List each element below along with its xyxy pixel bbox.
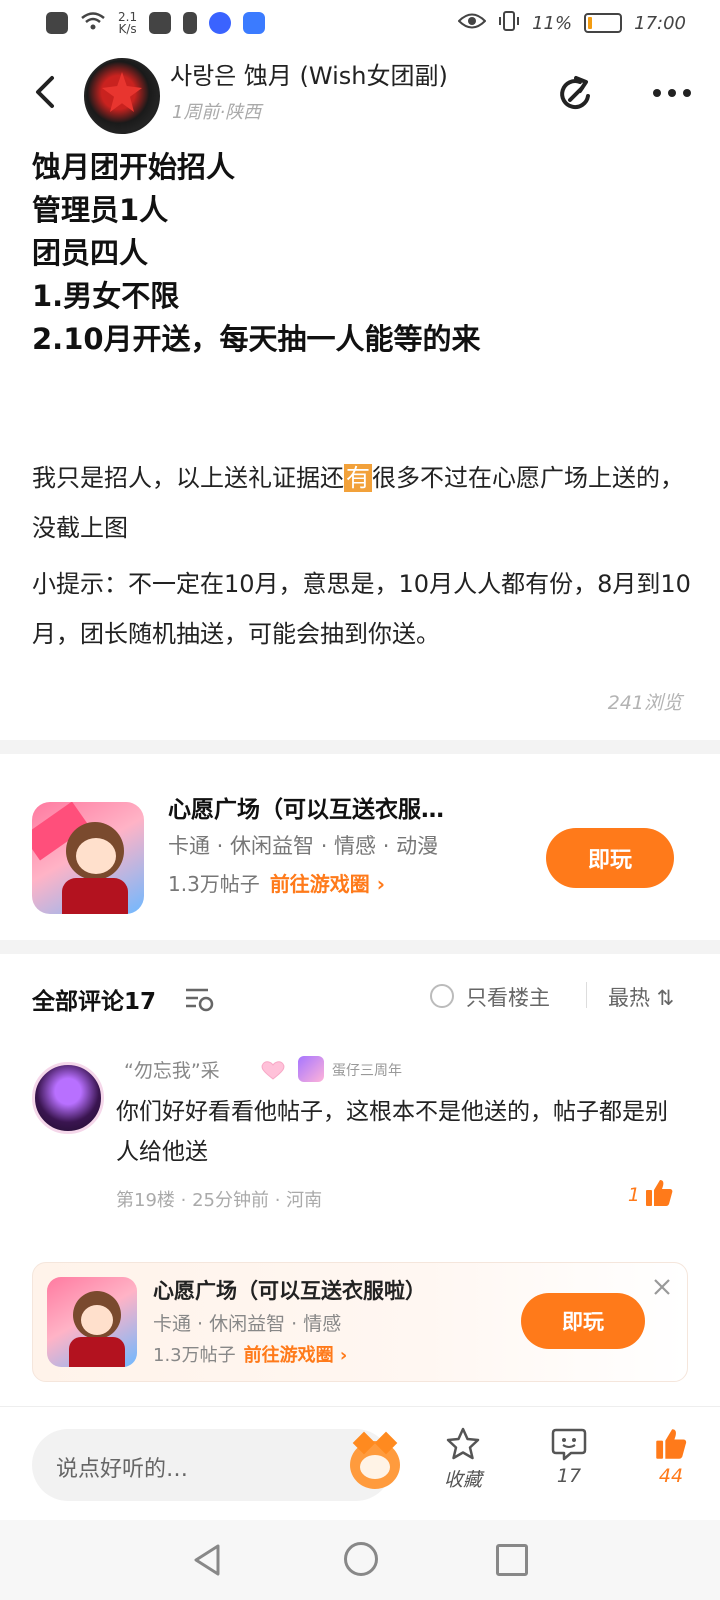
nav-recents-icon[interactable] xyxy=(496,1544,528,1576)
store-icon xyxy=(149,12,172,34)
bottom-action-bar: 说点好听的… 收藏 17 44 xyxy=(0,1406,720,1516)
more-icon xyxy=(653,89,691,97)
more-button[interactable] xyxy=(652,72,692,107)
badge-icon xyxy=(298,1056,324,1082)
vibrate-icon xyxy=(498,10,520,37)
game-tags: 卡通 · 休闲益智 · 情感 · 动漫 xyxy=(168,834,439,858)
close-icon xyxy=(654,1279,670,1295)
game-circle-link[interactable]: 前往游戏圈 › xyxy=(270,872,385,896)
comment-filter-icon[interactable] xyxy=(184,986,214,1012)
game-title[interactable]: 心愿广场（可以互送衣服… xyxy=(168,790,444,824)
post-meta: 1周前·陕西 xyxy=(172,102,262,123)
alert-icon xyxy=(46,12,68,34)
section-divider xyxy=(0,740,720,754)
clock: 17:00 xyxy=(634,12,686,34)
favorite-button[interactable]: 收藏 xyxy=(428,1427,498,1492)
commenter-name[interactable]: “勿忘我”采 xyxy=(124,1056,220,1083)
view-count: 241浏览 xyxy=(607,692,682,714)
nav-back-icon[interactable] xyxy=(190,1542,226,1578)
section-divider xyxy=(0,940,720,954)
comment-input[interactable]: 说点好听的… xyxy=(32,1429,400,1501)
thumbs-up-icon[interactable] xyxy=(644,1178,674,1208)
favorite-label: 收藏 xyxy=(443,1469,482,1491)
like-button[interactable]: 44 xyxy=(636,1427,706,1487)
post-header: 사랑은 蚀月 (Wish女团副) 1周前·陕西 xyxy=(0,52,720,134)
emoji-button[interactable] xyxy=(350,1431,400,1489)
ad-play-button[interactable]: 即玩 xyxy=(521,1293,645,1349)
only-author-radio[interactable] xyxy=(430,984,454,1008)
share-icon xyxy=(560,76,590,110)
comments-header: 全部评论17 只看楼主 最热 ⇅ xyxy=(0,972,720,1032)
comment-like-count: 1 xyxy=(627,1184,640,1206)
ad-post-count: 1.3万帖子 前往游戏圈 › xyxy=(153,1341,347,1367)
post-body: 我只是招人，以上送礼证据还有很多不过在心愿广场上送的，没截上图 小提示：不一定在… xyxy=(32,453,692,659)
only-author-label[interactable]: 只看楼主 xyxy=(466,982,550,1012)
wifi-icon xyxy=(80,11,106,36)
post-title: 蚀月团开始招人 管理员1人 团员四人 1.男女不限 2.10月开送，每天抽一人能… xyxy=(32,146,692,361)
comments-title: 全部评论17 xyxy=(32,989,157,1015)
system-nav-bar xyxy=(0,1520,720,1600)
game-app-icon[interactable] xyxy=(47,1277,137,1367)
net-speed: 2.1 K/s xyxy=(118,10,138,36)
post-title-line: 管理员1人 xyxy=(32,193,169,227)
game-app-icon[interactable] xyxy=(32,802,144,914)
sort-toggle[interactable]: 最热 ⇅ xyxy=(608,982,674,1012)
nav-home-icon[interactable] xyxy=(344,1542,378,1576)
floating-game-card[interactable]: 心愿广场（可以互送衣服啦） 卡通 · 休闲益智 · 情感 1.3万帖子 前往游戏圈… xyxy=(32,1262,688,1382)
author-avatar[interactable] xyxy=(84,58,160,134)
comment-count: 17 xyxy=(556,1465,582,1487)
star-icon xyxy=(446,1427,480,1460)
post-title-line: 2.10月开送，每天抽一人能等的来 xyxy=(32,322,481,356)
post-paragraph: 我只是招人，以上送礼证据还有很多不过在心愿广场上送的，没截上图 xyxy=(32,464,684,542)
post-paragraph: 小提示：不一定在10月，意思是，10月人人都有份，8月到10月，团长随机抽送，可… xyxy=(32,570,691,648)
eye-icon xyxy=(457,12,487,35)
ad-posts-text: 1.3万帖子 xyxy=(153,1345,236,1366)
thumbs-up-icon xyxy=(656,1429,687,1459)
ad-game-circle-link[interactable]: 前往游戏圈 › xyxy=(244,1345,348,1366)
commenter-avatar[interactable] xyxy=(32,1062,104,1134)
comment-icon xyxy=(551,1428,587,1461)
back-button[interactable] xyxy=(28,72,62,112)
post-title-line: 1.男女不限 xyxy=(32,279,180,313)
sim-alert-icon xyxy=(183,12,198,34)
ad-game-tags: 卡通 · 休闲益智 · 情感 xyxy=(153,1313,342,1335)
close-button[interactable] xyxy=(653,1277,671,1302)
status-bar: 2.1 K/s 11% 17:00 xyxy=(0,0,720,46)
post-title-line: 蚀月团开始招人 xyxy=(32,150,236,184)
highlighted-word[interactable]: 有 xyxy=(344,464,372,492)
game-card[interactable]: 心愿广场（可以互送衣服… 卡通 · 休闲益智 · 情感 · 动漫 1.3万帖子前… xyxy=(0,770,720,940)
music-icon xyxy=(209,12,232,34)
comment-meta: 第19楼 · 25分钟前 · 河南 xyxy=(116,1190,323,1211)
heart-icon xyxy=(261,1061,285,1080)
author-name[interactable]: 사랑은 蚀月 (Wish女团副) xyxy=(170,56,448,91)
game-post-count: 1.3万帖子 前往游戏圈 › xyxy=(168,868,385,897)
ad-game-title[interactable]: 心愿广场（可以互送衣服啦） xyxy=(153,1275,426,1305)
comment-input-placeholder: 说点好听的… xyxy=(56,1457,189,1482)
play-button[interactable]: 即玩 xyxy=(546,828,674,888)
comment-button[interactable]: 17 xyxy=(534,1427,604,1487)
battery-percent: 11% xyxy=(532,12,573,34)
weather-icon xyxy=(243,12,266,34)
battery-icon xyxy=(584,13,623,33)
chevron-left-icon xyxy=(36,76,54,108)
comment-item: “勿忘我”采 蛋仔三周年 你们好好看看他帖子，这根本不是他送的，帖子都是别人给他… xyxy=(0,1056,720,1226)
share-button[interactable] xyxy=(556,74,596,114)
commenter-badge: 蛋仔三周年 xyxy=(332,1063,402,1079)
post-title-line: 团员四人 xyxy=(32,236,149,270)
divider xyxy=(586,982,587,1008)
game-posts-text: 1.3万帖子 xyxy=(168,872,260,896)
comment-text: 你们好好看看他帖子，这根本不是他送的，帖子都是别人给他送 xyxy=(116,1099,668,1165)
like-count: 44 xyxy=(658,1465,684,1487)
